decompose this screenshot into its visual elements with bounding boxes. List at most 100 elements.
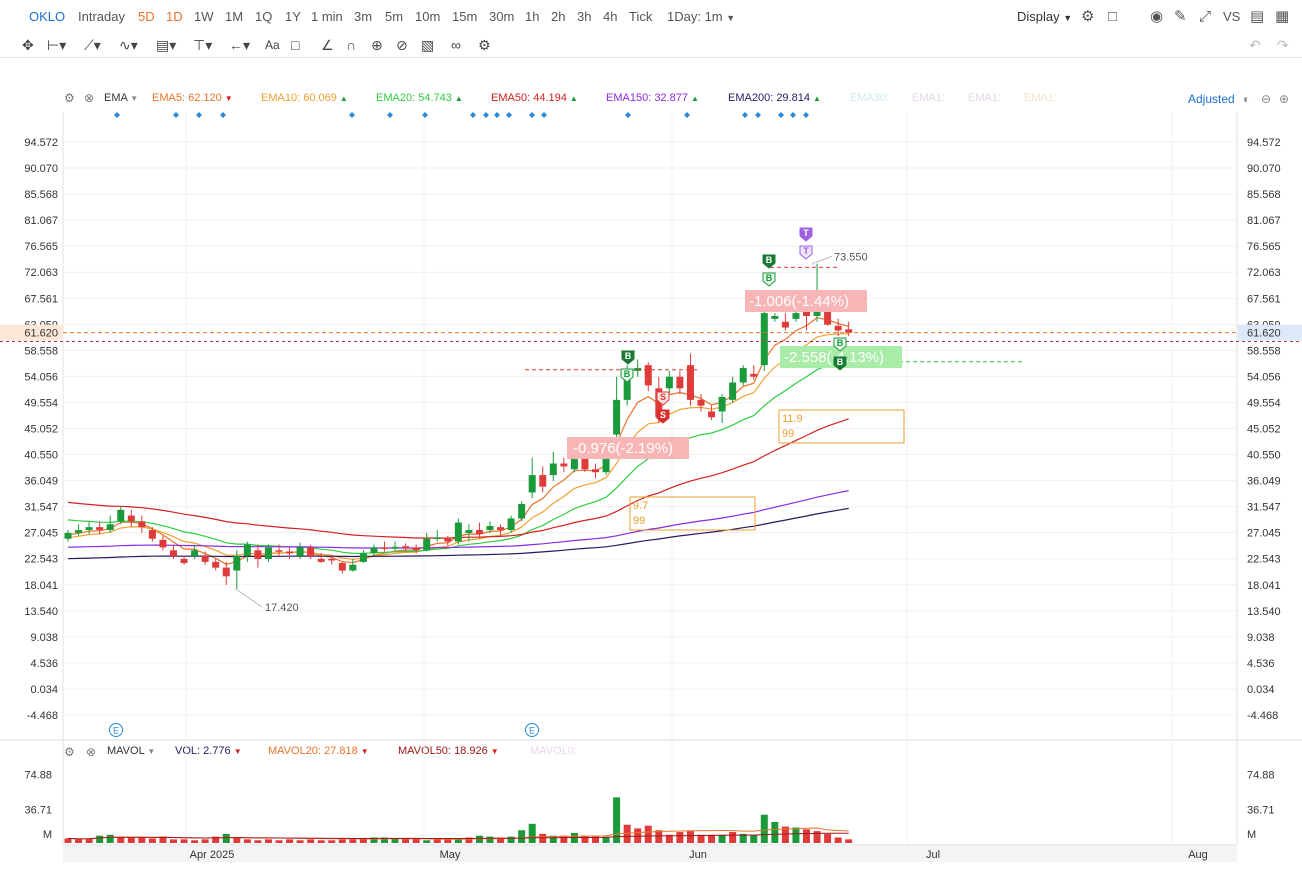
volume-tick-right: 36.71	[1247, 805, 1275, 817]
event-dot	[114, 112, 120, 118]
volume-bar	[75, 839, 83, 843]
y-tick-label-right: 54.056	[1247, 371, 1281, 383]
y-tick-label-left: 22.543	[24, 554, 58, 566]
volume-bar	[581, 835, 589, 843]
candle-body	[64, 532, 72, 539]
annotation-box	[629, 496, 756, 531]
event-dot	[196, 112, 202, 118]
trade-marker-text: B	[766, 255, 773, 265]
y-tick-label-right: 27.045	[1247, 528, 1281, 540]
volume-bar	[138, 837, 146, 843]
volume-bar	[96, 835, 104, 843]
y-tick-label-right: 18.041	[1247, 580, 1281, 592]
y-tick-label-right: 31.547	[1247, 502, 1281, 514]
candle-body	[549, 463, 557, 476]
y-tick-label-right: 81.067	[1247, 215, 1281, 227]
time-axis-bar	[63, 846, 1237, 862]
trade-badge-text: -1.006(-1.44%)	[749, 293, 849, 310]
volume-bar	[317, 840, 325, 843]
x-axis-label: Jul	[926, 849, 940, 861]
volume-bar	[275, 840, 283, 843]
volume-bar	[243, 839, 251, 843]
candle-body	[454, 522, 462, 542]
candle-body	[222, 567, 230, 577]
volume-bar	[528, 823, 536, 843]
volume-unit-left: M	[43, 829, 52, 841]
y-tick-label-left: 94.572	[24, 137, 58, 149]
volume-bar	[655, 830, 663, 843]
price-chart[interactable]: 94.572 94.572 90.070 90.070 85.568 85.568 81.0…	[0, 0, 1302, 871]
volume-tick-left: 36.71	[24, 805, 52, 817]
volume-bar	[264, 839, 272, 843]
y-tick-label-left: 67.561	[24, 293, 58, 305]
y-tick-label-left: 36.049	[24, 476, 58, 488]
event-dot	[778, 112, 784, 118]
candle-body	[792, 313, 800, 319]
volume-bar	[64, 838, 72, 843]
candle-body	[243, 544, 251, 557]
candle-body	[644, 365, 652, 386]
volume-bar	[286, 839, 294, 843]
low-label: 17.420	[265, 602, 299, 614]
candle-body	[528, 475, 536, 493]
volume-bar	[507, 836, 515, 843]
y-tick-label-left: 0.034	[30, 684, 58, 696]
y-tick-label-right: 22.543	[1247, 554, 1281, 566]
volume-bar	[349, 839, 357, 843]
candle-body	[138, 521, 146, 528]
volume-bar	[254, 840, 262, 843]
volume-bar	[792, 827, 800, 843]
volume-bar	[518, 830, 526, 843]
y-tick-label-right: 49.554	[1247, 397, 1281, 409]
event-dot	[742, 112, 748, 118]
y-tick-label-right: 13.540	[1247, 606, 1281, 618]
volume-bar	[338, 839, 346, 843]
candle-body	[349, 564, 357, 571]
y-tick-label-left: 4.536	[30, 658, 58, 670]
event-dot	[220, 112, 226, 118]
volume-bar	[148, 838, 156, 843]
candle-body	[180, 558, 188, 564]
y-tick-label-right: 90.070	[1247, 163, 1281, 175]
volume-bar	[834, 837, 842, 843]
candle-body	[296, 547, 304, 557]
annotation-box-value: 9.7	[633, 500, 648, 512]
candle-body	[402, 546, 410, 548]
y-tick-label-left: 31.547	[24, 502, 58, 514]
event-dot	[541, 112, 547, 118]
candle-body	[781, 321, 789, 328]
candle-body	[201, 556, 209, 562]
volume-bar	[486, 836, 494, 843]
candle-body	[507, 518, 515, 531]
last-price-label-right: 61.620	[1247, 328, 1281, 340]
volume-bar	[106, 834, 114, 843]
candle-body	[465, 530, 473, 533]
candle-body	[729, 382, 737, 400]
candle-body	[592, 469, 599, 473]
candle-body	[106, 524, 114, 531]
candle-body	[665, 376, 673, 389]
trade-marker-text: T	[803, 228, 809, 238]
event-dot	[349, 112, 355, 118]
candle-body	[75, 530, 83, 533]
y-tick-label-left: 40.550	[24, 450, 58, 462]
event-dot	[529, 112, 535, 118]
event-dot	[494, 112, 500, 118]
volume-bar	[233, 837, 241, 843]
candle-body	[486, 525, 494, 531]
volume-bar	[676, 832, 684, 843]
candle-body	[834, 325, 842, 331]
candle-body	[760, 313, 768, 366]
y-tick-label-left: 85.568	[24, 189, 58, 201]
candle-body	[676, 376, 684, 389]
annotation-box-value: 11.9	[782, 413, 803, 425]
y-tick-label-right: 94.572	[1247, 137, 1281, 149]
candle-body	[686, 365, 694, 400]
y-tick-label-left: 18.041	[24, 580, 58, 592]
candle-body	[613, 399, 621, 435]
y-tick-label-right: 9.038	[1247, 632, 1275, 644]
y-tick-label-right: 0.034	[1247, 684, 1275, 696]
candle-body	[539, 475, 547, 487]
volume-bar	[423, 840, 431, 843]
volume-bar	[771, 822, 779, 843]
